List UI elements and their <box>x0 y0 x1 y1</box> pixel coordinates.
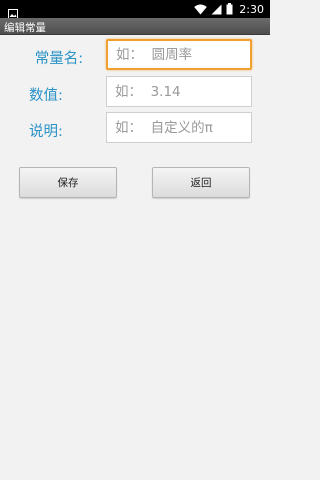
description-input[interactable] <box>106 112 252 143</box>
signal-icon <box>211 4 222 15</box>
constant-name-label: 常量名: <box>34 51 84 67</box>
value-input[interactable] <box>106 76 252 107</box>
image-icon <box>8 4 18 19</box>
value-label: 数值: <box>29 88 63 104</box>
description-label: 说明: <box>29 124 63 140</box>
constant-name-input[interactable] <box>106 39 252 70</box>
status-bar: 2:30 <box>0 0 270 19</box>
save-button[interactable]: 保存 <box>19 167 117 198</box>
battery-icon <box>226 3 233 15</box>
title-bar: 编辑常量 <box>0 18 270 35</box>
status-icons: 2:30 <box>194 2 264 16</box>
wifi-icon <box>194 4 208 15</box>
page-title: 编辑常量 <box>4 22 46 34</box>
status-time: 2:30 <box>239 2 264 16</box>
back-button[interactable]: 返回 <box>152 167 250 198</box>
